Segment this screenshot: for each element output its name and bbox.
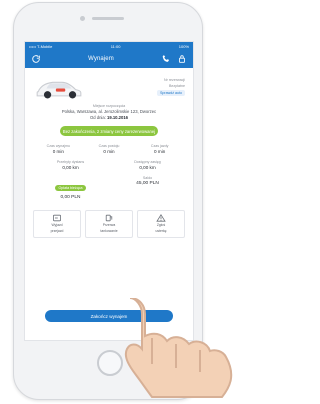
header-actions (160, 53, 188, 65)
cost-right-value: 45,00 PLN (136, 181, 159, 186)
lock-icon[interactable] (176, 53, 188, 65)
tile-break[interactable]: Przerwa tankowanie (85, 210, 133, 238)
time-stats: Czas wynajmu 0 min Czas postoju 0 min Cz… (25, 140, 193, 158)
distance-stats: Przebyty dystans 0,00 km Dostępny zasięg… (25, 158, 193, 172)
stat-item: Czas postoju 0 min (84, 144, 135, 154)
cost-right: Saldo 45,00 PLN (112, 176, 183, 200)
stat-item: Czas jazdy 0 min (134, 144, 185, 154)
stat-label: Czas postoju (98, 144, 120, 148)
distance-left-value: 0,00 km (62, 165, 79, 170)
badge-1: Nr rezerwacji (164, 78, 185, 82)
hero-badges: Nr rezerwacji Bezpłatne Sprawdź auto (157, 78, 185, 96)
alert-icon (156, 214, 166, 222)
cost-stats: Opłata bieżąca 0,00 PLN Saldo 45,00 PLN (25, 172, 193, 204)
speaker (92, 17, 124, 20)
tile-line1: Przerwa (102, 223, 116, 228)
status-carrier: ••••• T-Mobile (29, 43, 53, 49)
tile-line2: usterkę (155, 229, 167, 233)
cost-left-value: 0,00 PLN (60, 195, 81, 200)
distance-left-label: Przebyty dystans (56, 160, 85, 164)
tile-line1: Wyjazd (51, 223, 63, 228)
tile-report[interactable]: Zgłoś usterkę (137, 210, 185, 238)
status-bar: ••••• T-Mobile 11:00 100% (25, 42, 193, 50)
distance-right-label: Dostępny zasięg (134, 160, 161, 164)
stat-value: 0 min (52, 149, 64, 154)
phone-icon[interactable] (160, 53, 172, 65)
app-header: Wynajem (25, 50, 193, 68)
date-value: 19.10.2016 (107, 115, 128, 120)
tile-line2: przejazd (50, 229, 64, 233)
stat-value: 0 min (154, 149, 166, 154)
car-door-icon (53, 215, 61, 222)
status-time: 11:00 (110, 43, 121, 49)
app-screen: ••••• T-Mobile 11:00 100% Wynajem Nr rez… (24, 41, 194, 341)
front-camera (80, 16, 85, 21)
location-block: Miejsce rozpoczęcia Polska, Warszawa, al… (25, 102, 193, 120)
car-image (33, 74, 85, 100)
cost-left: Opłata bieżąca 0,00 PLN (35, 176, 106, 200)
distance-left: Przebyty dystans 0,00 km (35, 160, 106, 170)
page-title: Wynajem (88, 56, 114, 62)
status-battery: 100% (178, 43, 189, 49)
distance-right: Dostępny zasięg 0,00 km (112, 160, 183, 170)
stat-item: Czas wynajmu 0 min (33, 144, 84, 154)
stat-label: Czas jazdy (150, 144, 169, 148)
action-tiles: Wyjazd przejazd Przerwa tankowanie Zgłoś (25, 204, 193, 242)
location-date: Od dnia: 19.10.2016 (31, 115, 187, 120)
date-prefix: Od dnia: (90, 115, 106, 120)
tile-line1: Zgłoś (156, 223, 166, 228)
vehicle-hero: Nr rezerwacji Bezpłatne Sprawdź auto (25, 68, 193, 102)
location-address: Polska, Warszawa, al. Jerozolimskie 123,… (61, 109, 157, 114)
cost-right-label: Saldo (142, 176, 153, 180)
refresh-icon[interactable] (30, 53, 42, 65)
badge-2: Bezpłatne (169, 84, 185, 88)
green-action-button[interactable]: Bez zakończenia, 2 zmiany ceny zarezerwo… (60, 126, 158, 136)
location-label: Miejsce rozpoczęcia (92, 104, 126, 108)
cost-left-label: Opłata bieżąca (54, 185, 87, 191)
distance-right-value: 0,00 km (139, 165, 156, 170)
stat-label: Czas wynajmu (46, 144, 71, 148)
tile-line2: tankowanie (100, 229, 118, 233)
fuel-icon (105, 215, 113, 222)
badge-3[interactable]: Sprawdź auto (157, 90, 185, 96)
stat-value: 0 min (103, 149, 115, 154)
tile-trip[interactable]: Wyjazd przejazd (33, 210, 81, 238)
hand-illustration (124, 298, 233, 398)
